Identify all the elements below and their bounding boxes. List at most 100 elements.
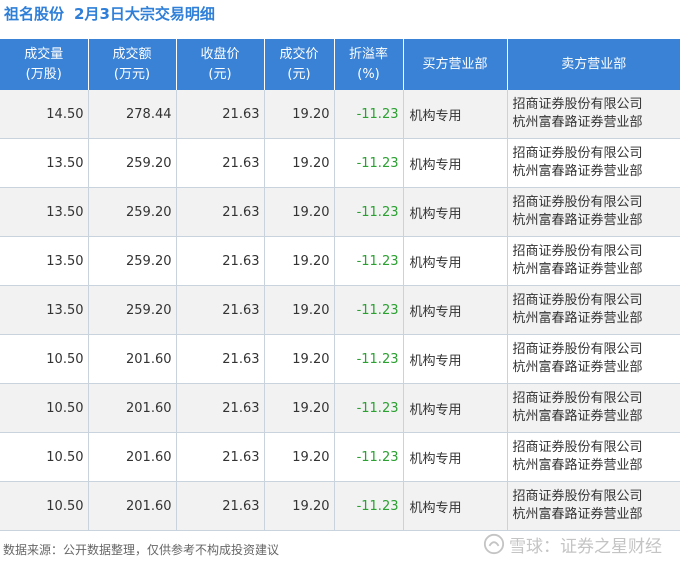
table-row: 13.50 259.20 21.63 19.20 -11.23 机构专用 招商证券股份有限公… [0, 285, 680, 335]
cell-premium: -11.23 [333, 138, 403, 188]
seller-line-1: 招商证券股份有限公司 [512, 391, 643, 406]
table-row: 13.50 259.20 21.63 19.20 -11.23 机构专用 招商证券股份有限公… [0, 187, 680, 237]
cell-seller: 招商证券股份有限公司 杭州富春路证券营业部 [506, 138, 680, 188]
table-row: 10.50 201.60 21.63 19.20 -11.23 机构专用 招商证券股份有限公… [0, 432, 680, 482]
cell-amount: 259.20 [87, 285, 176, 335]
cell-close: 21.63 [175, 138, 264, 188]
cell-buyer: 机构专用 [402, 432, 507, 482]
cell-amount: 259.20 [87, 138, 176, 188]
cell-amount: 201.60 [87, 383, 176, 433]
column-header-price: 成交价 (元) [263, 39, 334, 90]
cell-premium: -11.23 [333, 334, 403, 384]
stock-name: 祖名股份 [4, 5, 65, 23]
cell-price: 19.20 [263, 334, 334, 384]
column-header-seller: 卖方营业部 [506, 39, 680, 90]
block-trade-table: 成交量 (万股) 成交额 (万元) 收盘价 (元) 成交价 (元) 折溢率 (%) 买方营… [0, 39, 680, 531]
cell-volume: 13.50 [0, 138, 88, 188]
cell-price: 19.20 [263, 285, 334, 335]
column-header-volume: 成交量 (万股) [0, 39, 88, 90]
seller-line-2: 杭州富春路证券营业部 [512, 213, 643, 228]
cell-buyer: 机构专用 [402, 481, 507, 531]
cell-volume: 10.50 [0, 383, 88, 433]
table-row: 13.50 259.20 21.63 19.20 -11.23 机构专用 招商证券股份有限公… [0, 236, 680, 286]
table-row: 10.50 201.60 21.63 19.20 -11.23 机构专用 招商证券股份有限公… [0, 334, 680, 384]
cell-close: 21.63 [175, 236, 264, 286]
seller-line-2: 杭州富春路证券营业部 [512, 360, 643, 375]
cell-volume: 10.50 [0, 481, 88, 531]
cell-premium: -11.23 [333, 481, 403, 531]
cell-seller: 招商证券股份有限公司 杭州富春路证券营业部 [506, 383, 680, 433]
column-header-amount: 成交额 (万元) [87, 39, 176, 90]
page-title: 祖名股份 2月3日大宗交易明细 [4, 3, 215, 29]
cell-close: 21.63 [175, 285, 264, 335]
snowball-logo-icon [483, 533, 505, 555]
cell-close: 21.63 [175, 334, 264, 384]
cell-price: 19.20 [263, 90, 334, 139]
cell-seller: 招商证券股份有限公司 杭州富春路证券营业部 [506, 187, 680, 237]
cell-premium: -11.23 [333, 383, 403, 433]
column-header-buyer: 买方营业部 [402, 39, 507, 90]
cell-amount: 278.44 [87, 90, 176, 139]
cell-amount: 201.60 [87, 432, 176, 482]
cell-volume: 13.50 [0, 187, 88, 237]
cell-volume: 10.50 [0, 334, 88, 384]
cell-volume: 13.50 [0, 285, 88, 335]
cell-volume: 13.50 [0, 236, 88, 286]
seller-line-1: 招商证券股份有限公司 [512, 489, 643, 504]
cell-premium: -11.23 [333, 90, 403, 139]
cell-price: 19.20 [263, 187, 334, 237]
title-date-label: 2月3日大宗交易明细 [74, 5, 215, 23]
cell-close: 21.63 [175, 481, 264, 531]
cell-buyer: 机构专用 [402, 285, 507, 335]
cell-premium: -11.23 [333, 285, 403, 335]
seller-line-1: 招商证券股份有限公司 [512, 195, 643, 210]
seller-line-1: 招商证券股份有限公司 [512, 293, 643, 308]
cell-buyer: 机构专用 [402, 90, 507, 139]
seller-line-1: 招商证券股份有限公司 [512, 244, 643, 259]
cell-seller: 招商证券股份有限公司 杭州富春路证券营业部 [506, 432, 680, 482]
brand-text: 雪球：证券之星财经 [509, 536, 662, 557]
cell-buyer: 机构专用 [402, 236, 507, 286]
column-header-close: 收盘价 (元) [175, 39, 264, 90]
cell-amount: 201.60 [87, 481, 176, 531]
table-body: 14.50 278.44 21.63 19.20 -11.23 机构专用 招商证券股份有限公… [0, 90, 680, 531]
seller-line-2: 杭州富春路证券营业部 [512, 115, 643, 130]
cell-close: 21.63 [175, 383, 264, 433]
cell-seller: 招商证券股份有限公司 杭州富春路证券营业部 [506, 236, 680, 286]
cell-seller: 招商证券股份有限公司 杭州富春路证券营业部 [506, 285, 680, 335]
brand-mark: 雪球：证券之星财经 [483, 531, 662, 557]
cell-buyer: 机构专用 [402, 187, 507, 237]
seller-line-2: 杭州富春路证券营业部 [512, 262, 643, 277]
seller-line-2: 杭州富春路证券营业部 [512, 409, 643, 424]
cell-amount: 201.60 [87, 334, 176, 384]
seller-line-1: 招商证券股份有限公司 [512, 97, 643, 112]
cell-price: 19.20 [263, 138, 334, 188]
seller-line-1: 招商证券股份有限公司 [512, 342, 643, 357]
cell-seller: 招商证券股份有限公司 杭州富春路证券营业部 [506, 481, 680, 531]
cell-volume: 10.50 [0, 432, 88, 482]
cell-price: 19.20 [263, 236, 334, 286]
cell-price: 19.20 [263, 481, 334, 531]
cell-price: 19.20 [263, 432, 334, 482]
seller-line-2: 杭州富春路证券营业部 [512, 164, 643, 179]
cell-volume: 14.50 [0, 90, 88, 139]
seller-line-2: 杭州富春路证券营业部 [512, 311, 643, 326]
cell-buyer: 机构专用 [402, 334, 507, 384]
cell-buyer: 机构专用 [402, 138, 507, 188]
cell-close: 21.63 [175, 432, 264, 482]
column-header-premium: 折溢率 (%) [333, 39, 403, 90]
cell-premium: -11.23 [333, 236, 403, 286]
cell-close: 21.63 [175, 90, 264, 139]
cell-seller: 招商证券股份有限公司 杭州富春路证券营业部 [506, 90, 680, 139]
seller-line-1: 招商证券股份有限公司 [512, 146, 643, 161]
table-row: 10.50 201.60 21.63 19.20 -11.23 机构专用 招商证券股份有限公… [0, 383, 680, 433]
cell-close: 21.63 [175, 187, 264, 237]
table-row: 14.50 278.44 21.63 19.20 -11.23 机构专用 招商证券股份有限公… [0, 90, 680, 139]
cell-premium: -11.23 [333, 432, 403, 482]
seller-line-2: 杭州富春路证券营业部 [512, 458, 643, 473]
cell-premium: -11.23 [333, 187, 403, 237]
cell-seller: 招商证券股份有限公司 杭州富春路证券营业部 [506, 334, 680, 384]
cell-buyer: 机构专用 [402, 383, 507, 433]
table-row: 10.50 201.60 21.63 19.20 -11.23 机构专用 招商证券股份有限公… [0, 481, 680, 531]
seller-line-1: 招商证券股份有限公司 [512, 440, 643, 455]
